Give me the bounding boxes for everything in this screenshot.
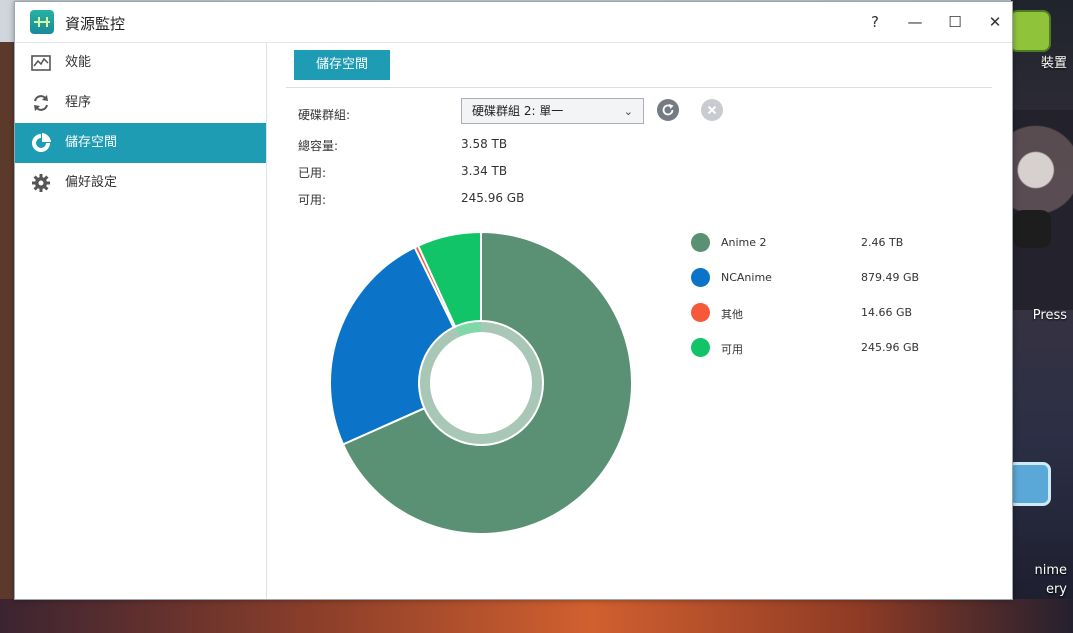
legend-color-dot bbox=[691, 268, 710, 287]
help-button[interactable]: ? bbox=[861, 8, 889, 36]
maximize-button[interactable]: ☐ bbox=[941, 8, 969, 36]
performance-icon bbox=[31, 55, 51, 71]
process-icon bbox=[34, 95, 48, 111]
legend-color-dot bbox=[691, 303, 710, 322]
refresh-icon bbox=[662, 104, 674, 116]
sidebar-item-label: 偏好設定 bbox=[65, 175, 118, 190]
total-capacity-value: 3.58 TB bbox=[461, 137, 508, 151]
clear-button[interactable] bbox=[701, 99, 723, 121]
donut-hole bbox=[431, 333, 531, 433]
gear-icon bbox=[32, 174, 50, 192]
sidebar-item-storage[interactable]: 儲存空間 bbox=[15, 123, 266, 163]
resource-monitor-window: 資源監控 ? — ☐ ✕ 效能 程序 儲存空間 偏好設定 儲存空間 硬碟群組: … bbox=[14, 1, 1013, 600]
sidebar-item-preferences[interactable]: 偏好設定 bbox=[15, 163, 266, 203]
window-title: 資源監控 bbox=[65, 15, 126, 33]
desktop-label-wordpress: Press bbox=[1032, 308, 1067, 323]
desktop-label-gallery: ery bbox=[1045, 582, 1067, 597]
storage-donut-chart bbox=[329, 230, 633, 535]
desktop-bottom-strip bbox=[0, 599, 1073, 633]
disk-group-label: 硬碟群組: bbox=[298, 108, 351, 122]
used-value: 3.34 TB bbox=[461, 164, 508, 178]
sidebar-item-performance[interactable]: 效能 bbox=[15, 43, 266, 83]
desktop-wordpress-icon[interactable] bbox=[1013, 210, 1051, 248]
title-bar: 資源監控 ? — ☐ ✕ bbox=[15, 2, 1012, 43]
inner-ring-free bbox=[456, 322, 482, 337]
legend-name: 可用 bbox=[721, 343, 743, 356]
legend-value: 14.66 GB bbox=[861, 306, 913, 319]
free-label: 可用: bbox=[298, 193, 327, 207]
legend-value: 245.96 GB bbox=[861, 341, 920, 354]
desktop-label-device: 裝置 bbox=[1040, 56, 1067, 71]
legend-value: 879.49 GB bbox=[861, 271, 920, 284]
legend-color-dot bbox=[691, 338, 710, 357]
tab-storage[interactable]: 儲存空間 bbox=[294, 50, 390, 80]
desktop-anime-gallery-icon[interactable] bbox=[1007, 462, 1051, 506]
desktop-device-icon[interactable] bbox=[1009, 10, 1051, 52]
minimize-button[interactable]: — bbox=[901, 8, 929, 36]
legend-name: NCAnime bbox=[721, 271, 772, 284]
tab-divider bbox=[286, 87, 992, 88]
legend-name: Anime 2 bbox=[721, 236, 767, 249]
desktop-label-anime: nime bbox=[1034, 563, 1067, 578]
sidebar: 效能 程序 儲存空間 偏好設定 bbox=[15, 43, 267, 599]
sidebar-item-label: 儲存空間 bbox=[65, 135, 118, 150]
storage-icon bbox=[32, 133, 51, 152]
legend-color-dot bbox=[691, 233, 710, 252]
sidebar-item-label: 程序 bbox=[65, 95, 92, 110]
resource-monitor-app-icon bbox=[30, 10, 54, 34]
disk-group-select[interactable]: 硬碟群組 2: 單一 ⌄ bbox=[461, 98, 644, 124]
close-button[interactable]: ✕ bbox=[981, 8, 1009, 36]
sidebar-item-process[interactable]: 程序 bbox=[15, 83, 266, 123]
total-capacity-label: 總容量: bbox=[298, 139, 339, 153]
chevron-down-icon: ⌄ bbox=[623, 105, 633, 118]
refresh-button[interactable] bbox=[657, 99, 679, 121]
free-value: 245.96 GB bbox=[461, 191, 525, 205]
close-icon bbox=[707, 105, 717, 115]
used-label: 已用: bbox=[298, 166, 327, 180]
disk-group-selected-value: 硬碟群組 2: 單一 bbox=[472, 104, 564, 118]
legend-name: 其他 bbox=[721, 308, 743, 321]
sidebar-item-label: 效能 bbox=[65, 55, 92, 70]
legend-value: 2.46 TB bbox=[861, 236, 904, 249]
